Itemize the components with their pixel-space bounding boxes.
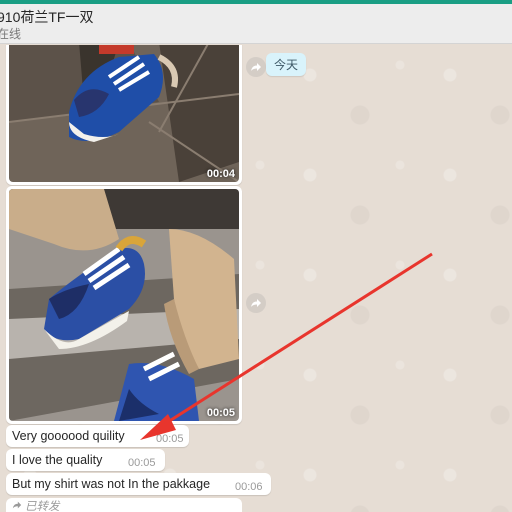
message-text: Very goooood quility <box>12 429 125 443</box>
video-thumbnail-2: 00:05 <box>9 189 239 421</box>
contact-status: 在线 <box>0 27 22 41</box>
forward-button-1[interactable] <box>246 57 266 77</box>
shoe-photo-2 <box>9 189 239 421</box>
forward-icon <box>251 63 261 71</box>
message-text: I love the quality <box>12 453 103 467</box>
forwarded-message-preview[interactable]: 已转发 <box>6 498 242 512</box>
text-message-3[interactable]: But my shirt was not In the pakkage 00:0… <box>6 473 271 495</box>
message-time: 00:06 <box>235 481 263 493</box>
video-thumbnail-1: 00:04 <box>9 45 239 182</box>
forward-icon <box>251 299 261 307</box>
contact-name: 910荷兰TF一双 <box>0 9 94 25</box>
text-message-2[interactable]: I love the quality 00:05 <box>6 449 165 471</box>
forwarded-label: 已转发 <box>25 501 60 512</box>
chat-header[interactable]: 910荷兰TF一双 在线 <box>0 4 512 44</box>
date-chip: 今天 <box>266 53 307 76</box>
message-time: 00:05 <box>156 433 184 445</box>
shoe-photo-1 <box>9 45 239 182</box>
video-duration-2: 00:05 <box>206 407 235 419</box>
text-message-1[interactable]: Very goooood quility 00:05 <box>6 425 189 447</box>
chat-area[interactable]: 00:04 今天 00:05 Very goooood quility 00:0… <box>0 45 512 512</box>
forward-button-2[interactable] <box>246 293 266 313</box>
video-message-2[interactable]: 00:05 <box>6 186 242 424</box>
message-time: 00:05 <box>128 457 156 469</box>
video-duration-1: 00:04 <box>206 168 235 180</box>
video-message-1[interactable]: 00:04 <box>6 45 242 185</box>
forward-small-icon <box>12 501 22 509</box>
message-text: But my shirt was not In the pakkage <box>12 477 211 491</box>
